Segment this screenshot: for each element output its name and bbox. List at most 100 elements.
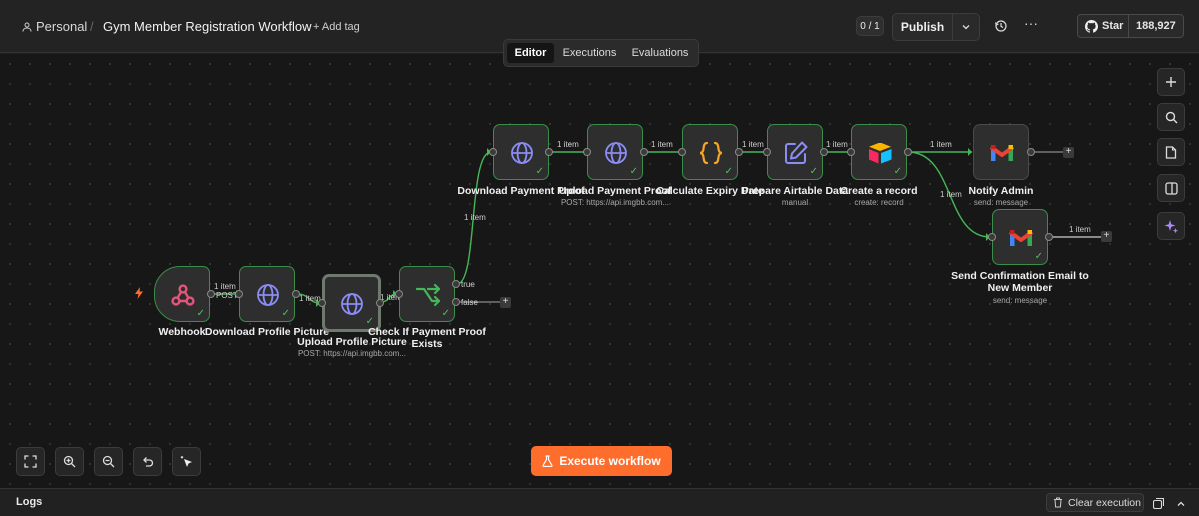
popout-icon — [1152, 497, 1165, 510]
logs-panel[interactable]: Logs Clear execution — [0, 488, 1199, 516]
if-branch-icon — [415, 283, 441, 307]
node-webhook[interactable]: ✓ — [154, 266, 210, 322]
edge-label-false: false — [461, 298, 478, 307]
input-port[interactable] — [318, 299, 326, 307]
output-port[interactable] — [1027, 148, 1035, 156]
undo-icon — [143, 457, 154, 467]
gmail-icon — [1008, 230, 1034, 246]
node-download-payment-proof[interactable]: ✓ — [493, 124, 549, 180]
input-port[interactable] — [583, 148, 591, 156]
output-port-true[interactable] — [452, 280, 460, 288]
success-check-icon: ✓ — [724, 166, 733, 177]
toggle-panel-button[interactable] — [1157, 174, 1185, 202]
add-node-false-button[interactable]: + — [500, 297, 511, 308]
success-check-icon: ✓ — [809, 166, 818, 177]
edge-label-true: true — [461, 280, 475, 289]
node-label: Send Confirmation Email to New Member — [951, 270, 1089, 294]
clear-execution-button[interactable]: Clear execution — [1046, 493, 1144, 512]
input-port[interactable] — [763, 148, 771, 156]
zoom-in-button[interactable] — [55, 447, 84, 476]
node-send-confirmation-email[interactable]: ✓ — [992, 209, 1048, 265]
add-node-button[interactable] — [1157, 68, 1185, 96]
node-subtitle: send: message — [973, 198, 1029, 207]
success-check-icon: ✓ — [535, 166, 544, 177]
success-check-icon: ✓ — [893, 166, 902, 177]
edge-label: 1 item — [930, 140, 952, 149]
node-label: Check If Payment Proof Exists — [368, 326, 486, 350]
zoom-out-button[interactable] — [94, 447, 123, 476]
search-nodes-button[interactable] — [1157, 103, 1185, 131]
globe-icon — [511, 142, 533, 164]
edge-label: 1 item — [742, 140, 764, 149]
output-port[interactable] — [292, 290, 300, 298]
execute-workflow-label: Execute workflow — [559, 454, 661, 468]
success-check-icon: ✓ — [629, 166, 638, 177]
input-port[interactable] — [847, 148, 855, 156]
logs-title: Logs — [16, 496, 43, 508]
output-port[interactable] — [735, 148, 743, 156]
globe-icon — [257, 284, 279, 306]
input-port[interactable] — [489, 148, 497, 156]
sparkle-icon — [1164, 219, 1178, 233]
webhook-icon — [171, 284, 195, 306]
input-port[interactable] — [678, 148, 686, 156]
success-check-icon: ✓ — [196, 308, 205, 319]
ai-assistant-button[interactable] — [1157, 212, 1185, 240]
clear-execution-label: Clear execution — [1068, 497, 1141, 509]
tidy-up-button[interactable] — [172, 447, 201, 476]
edge-label: 1 item — [557, 140, 579, 149]
node-check-payment-proof[interactable]: ✓ — [399, 266, 455, 322]
success-check-icon: ✓ — [1034, 251, 1043, 262]
success-check-icon: ✓ — [441, 308, 450, 319]
output-port[interactable] — [545, 148, 553, 156]
input-port[interactable] — [395, 290, 403, 298]
plus-icon — [1166, 77, 1176, 87]
output-port-false[interactable] — [452, 298, 460, 306]
zoom-in-icon — [63, 455, 76, 468]
globe-icon — [605, 142, 627, 164]
node-upload-payment-proof[interactable]: ✓ — [587, 124, 643, 180]
node-create-record[interactable]: ✓ — [851, 124, 907, 180]
flask-icon — [542, 455, 553, 467]
edge-label: 1 item — [826, 140, 848, 149]
node-prepare-airtable-data[interactable]: ✓ — [767, 124, 823, 180]
output-port[interactable] — [207, 290, 215, 298]
fit-view-icon — [24, 455, 37, 468]
output-port[interactable] — [820, 148, 828, 156]
code-braces-icon — [699, 141, 723, 165]
pop-out-logs-button[interactable] — [1152, 496, 1165, 514]
node-subtitle: POST: https://api.imgbb.com... — [297, 349, 407, 358]
airtable-icon — [869, 143, 892, 164]
panel-icon — [1164, 181, 1178, 195]
node-subtitle: create: record — [854, 198, 904, 207]
node-upload-profile-picture[interactable]: ✓ — [322, 274, 381, 332]
node-notify-admin[interactable] — [973, 124, 1029, 180]
node-label: Notify Admin — [968, 185, 1034, 197]
zoom-to-fit-button[interactable] — [16, 447, 45, 476]
execute-workflow-button[interactable]: Execute workflow — [531, 446, 672, 476]
globe-icon — [341, 293, 363, 315]
output-port[interactable] — [640, 148, 648, 156]
input-port[interactable] — [988, 233, 996, 241]
arrow-head — [968, 148, 972, 156]
collapse-logs-button[interactable] — [1176, 496, 1186, 514]
success-check-icon: ✓ — [281, 308, 290, 319]
trash-icon — [1054, 497, 1062, 508]
node-subtitle: POST: https://api.imgbb.com... — [560, 198, 670, 207]
add-node-after-notify-button[interactable]: + — [1063, 147, 1074, 158]
edge-label: 1 item — [214, 282, 236, 291]
node-label: Create a record — [840, 185, 918, 197]
output-port[interactable] — [376, 299, 384, 307]
undo-button[interactable] — [133, 447, 162, 476]
add-node-after-confirm-button[interactable]: + — [1101, 231, 1112, 242]
input-port[interactable] — [235, 290, 243, 298]
output-port[interactable] — [1045, 233, 1053, 241]
gmail-icon — [989, 145, 1015, 161]
edge-label: 1 item — [1069, 225, 1091, 234]
edge-label: 1 item — [464, 213, 486, 222]
search-icon — [1165, 111, 1177, 123]
output-port[interactable] — [904, 148, 912, 156]
sticky-note-button[interactable] — [1157, 138, 1185, 166]
node-calculate-expiry-date[interactable]: ✓ — [682, 124, 738, 180]
node-download-profile-picture[interactable]: ✓ — [239, 266, 295, 322]
